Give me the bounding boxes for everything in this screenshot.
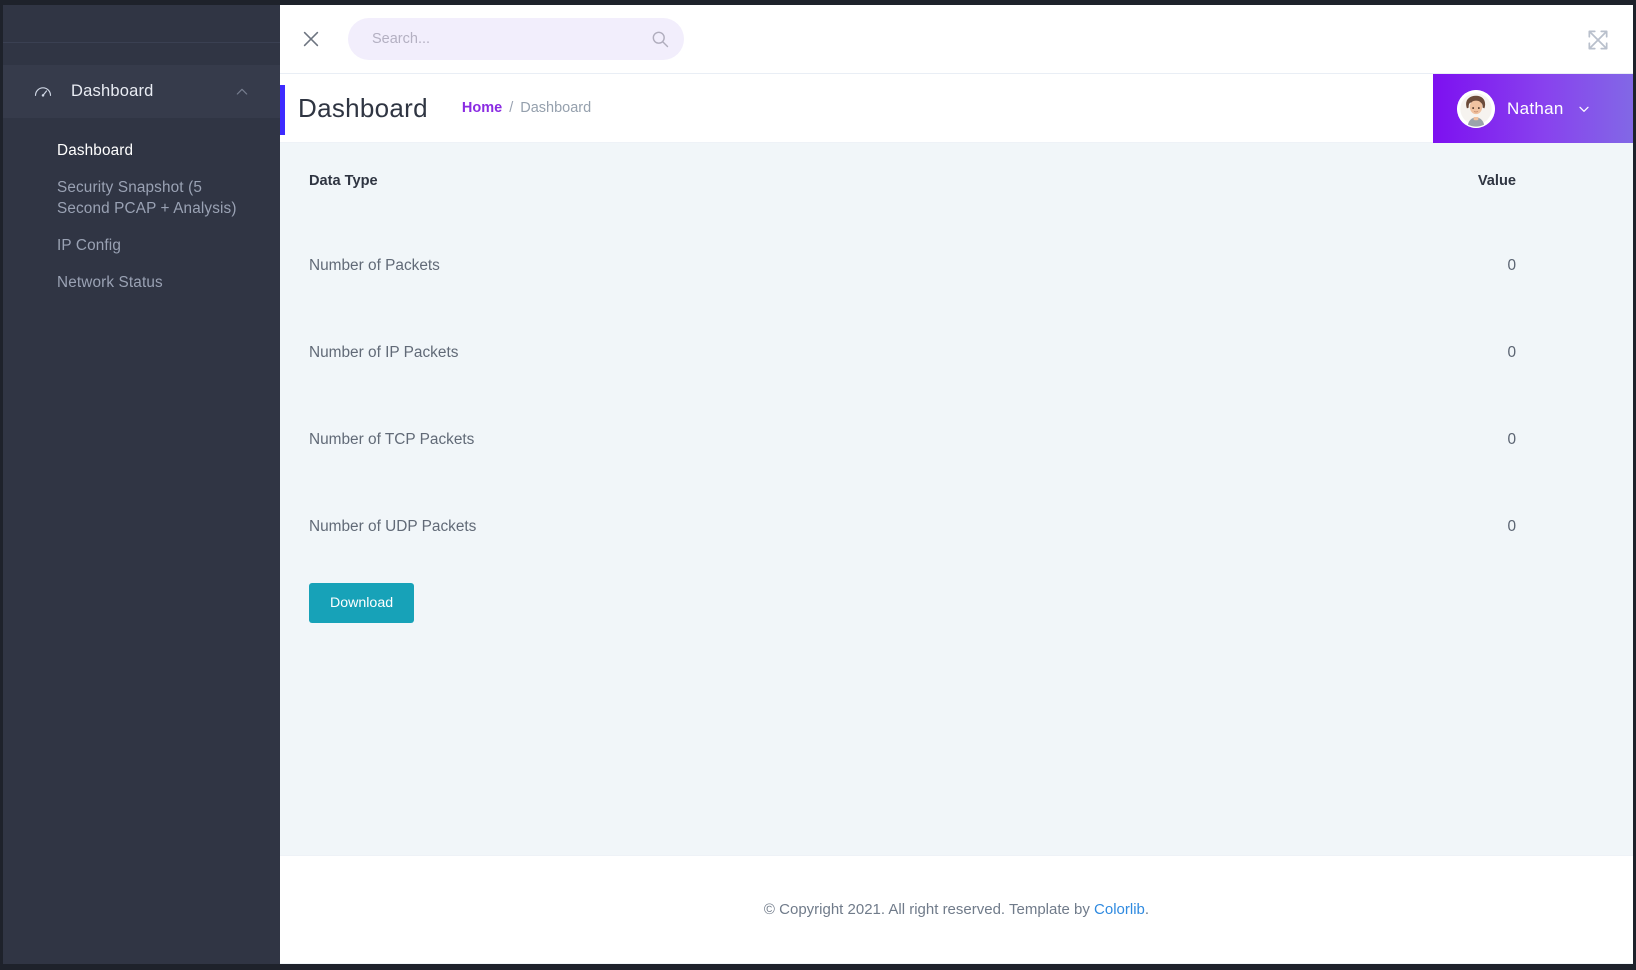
sidebar-header: [3, 5, 280, 43]
chevron-down-icon[interactable]: [1576, 101, 1592, 117]
table-header-row: Data Type Value: [309, 143, 1613, 223]
page-header: Dashboard Home / Dashboard Nathan: [280, 74, 1633, 143]
footer-period: .: [1144, 901, 1150, 918]
breadcrumb-current: Dashboard: [520, 100, 592, 116]
profile-menu[interactable]: Nathan: [1433, 74, 1633, 143]
window-border-bottom: [0, 964, 1636, 970]
table-row: Number of Packets 0: [309, 223, 1613, 310]
sidebar: Dashboard Dashboard Security Snapshot (5…: [3, 5, 280, 964]
table-body: Number of Packets 0 Number of IP Packets…: [309, 223, 1613, 571]
avatar: [1457, 89, 1495, 128]
close-icon: [303, 31, 319, 47]
packet-stats-table: Data Type Value Number of Packets 0 Numb…: [309, 143, 1613, 571]
footer: © Copyright 2021. All right reserved. Te…: [280, 855, 1633, 963]
page-title: Dashboard: [298, 92, 428, 123]
cell-value: 0: [1507, 430, 1516, 448]
content-area: Dashboard Home / Dashboard Na: [280, 5, 1633, 964]
cell-data-type: Number of TCP Packets: [309, 430, 475, 448]
chevron-up-icon[interactable]: [234, 84, 250, 100]
search-input[interactable]: [348, 18, 684, 60]
download-button[interactable]: Download: [309, 583, 415, 623]
gauge-icon: [34, 86, 52, 97]
cell-data-type: Number of IP Packets: [309, 343, 459, 361]
column-header-data-type: Data Type: [309, 173, 378, 189]
breadcrumb-home[interactable]: Home: [462, 100, 502, 116]
table-container: Data Type Value Number of Packets 0 Numb…: [280, 143, 1633, 571]
sidebar-menu-group-label: Dashboard: [71, 82, 154, 100]
accent-bar: [280, 85, 285, 135]
table-head: Data Type Value: [309, 143, 1613, 223]
breadcrumb: Home / Dashboard: [462, 100, 591, 116]
cell-value: 0: [1507, 256, 1516, 274]
app-window: Dashboard Dashboard Security Snapshot (5…: [0, 0, 1636, 970]
cell-value: 0: [1507, 343, 1516, 361]
cell-data-type: Number of Packets: [309, 256, 440, 274]
sidebar-item-network-status[interactable]: Network Status: [3, 264, 280, 301]
breadcrumb-separator: /: [509, 100, 514, 116]
table-row: Number of IP Packets 0: [309, 310, 1613, 397]
expand-icon[interactable]: [1585, 27, 1611, 53]
sidebar-submenu: Dashboard Security Snapshot (5 Second PC…: [3, 118, 280, 302]
close-button[interactable]: [296, 24, 326, 54]
profile-name: Nathan: [1507, 98, 1564, 118]
table-row: Number of TCP Packets 0: [309, 397, 1613, 484]
search-container: [348, 18, 684, 60]
cell-value: 0: [1507, 517, 1516, 535]
main-content: Data Type Value Number of Packets 0 Numb…: [280, 143, 1633, 855]
sidebar-item-security-snapshot[interactable]: Security Snapshot (5 Second PCAP + Analy…: [3, 169, 280, 227]
table-row: Number of UDP Packets 0: [309, 484, 1613, 571]
sidebar-menu-group-dashboard[interactable]: Dashboard: [3, 65, 280, 118]
sidebar-item-dashboard[interactable]: Dashboard: [3, 132, 280, 169]
sidebar-item-ip-config[interactable]: IP Config: [3, 227, 280, 264]
topbar: [280, 5, 1633, 74]
footer-text: © Copyright 2021. All right reserved. Te…: [764, 901, 1149, 918]
footer-link-colorlib[interactable]: Colorlib: [1094, 901, 1145, 918]
column-header-value: Value: [1477, 173, 1516, 189]
cell-data-type: Number of UDP Packets: [309, 517, 477, 535]
footer-copyright: © Copyright 2021. All right reserved. Te…: [763, 901, 1095, 918]
search-icon[interactable]: [650, 29, 670, 49]
